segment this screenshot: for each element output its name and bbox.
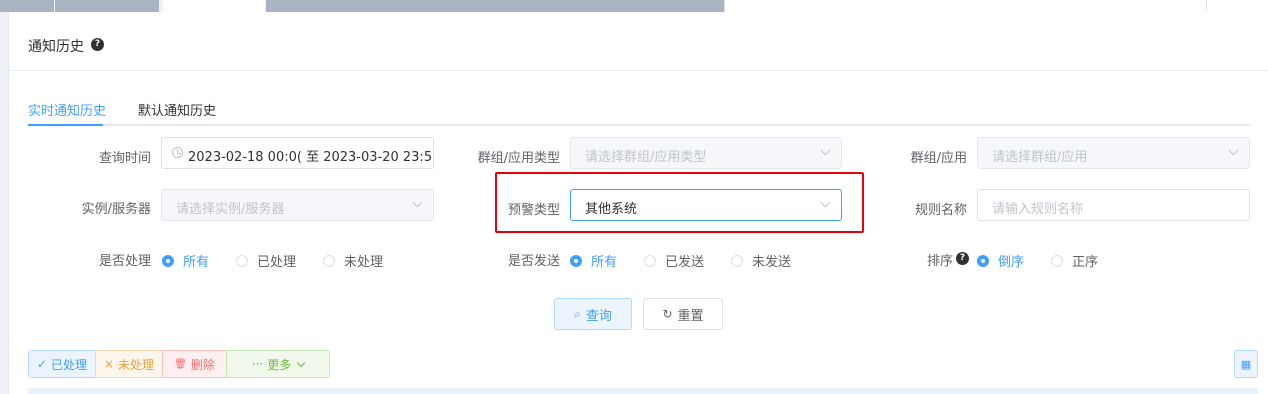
group-type-placeholder: 请选择群组/应用类型 [585,150,707,165]
rule-name-label: 规则名称 [914,203,967,218]
sort-radio-group: 倒序 正序 [977,251,1177,270]
instance-select[interactable]: 请选择实例/服务器 [161,189,434,221]
active-tab-indicator [28,124,103,126]
radio-label: 正序 [1072,255,1099,270]
group-label: 群组/应用 [910,151,967,166]
tab-default-history[interactable]: 默认通知历史 [138,100,216,119]
trash-icon: 🗑 [174,358,187,370]
mark-unprocessed-label: 未处理 [118,357,155,372]
instance-placeholder: 请选择实例/服务器 [176,202,285,217]
group-type-label: 群组/应用类型 [477,151,560,166]
radio-label: 未发送 [752,255,792,270]
radio-label: 已处理 [257,255,297,270]
card-header: 通知历史 ? [9,12,1268,71]
radio-processed-undone[interactable]: 未处理 [323,251,383,270]
sent-radio-group: 所有 已发送 未发送 [570,251,830,270]
radio-sent-all[interactable]: 所有 [570,251,617,270]
more-label: 更多 [267,357,292,372]
radio-label: 倒序 [998,255,1025,270]
card-title: 通知历史 [28,39,84,55]
radio-dot [977,254,989,267]
history-tabs: 实时通知历史 默认通知历史 [28,94,1250,126]
query-time-value: 2023-02-18 00:0( 至 2023-03-20 23:5⁠9 [188,150,433,165]
radio-dot [644,254,656,267]
help-icon[interactable]: ? [91,38,104,51]
chevron-down-icon [296,358,306,367]
chevron-down-icon [1228,145,1239,156]
radio-label: 未处理 [344,255,384,270]
column-settings-button[interactable]: ▦ [1234,350,1258,378]
top-tab-group[interactable] [266,0,724,12]
group-placeholder: 请选择群组/应用 [992,150,1088,165]
top-tab-bar [0,0,1268,12]
processed-radio-group: 所有 已处理 未处理 [162,251,422,270]
radio-label: 所有 [183,255,210,270]
reset-button-label: 重置 [677,308,704,324]
grid-icon: ▦ [1240,357,1252,371]
reset-button[interactable]: ↻ 重置 [643,298,723,330]
top-tab[interactable] [55,0,159,12]
clock-icon [172,147,183,158]
processed-label: 是否处理 [98,254,151,269]
radio-sent-not[interactable]: 未发送 [731,251,791,270]
radio-sent-done[interactable]: 已发送 [644,251,704,270]
more-dots-icon: ··· [251,357,264,371]
table-header [28,388,1258,394]
radio-processed-all[interactable]: 所有 [162,251,209,270]
refresh-icon: ↻ [662,307,673,321]
rule-name-input[interactable]: 请输入规则名称 [977,189,1250,221]
chevron-down-icon [412,197,423,208]
tab-realtime-history[interactable]: 实时通知历史 [28,100,106,119]
notification-history-card: 通知历史 ? 实时通知历史 默认通知历史 查询时间 2023-02-18 00:… [8,12,1268,394]
radio-dot [731,254,743,267]
delete-button[interactable]: 🗑 删除 [162,350,227,378]
radio-label: 已发送 [665,255,705,270]
close-icon: × [103,357,115,371]
sent-label: 是否发送 [507,254,560,269]
query-button-label: 查询 [585,308,612,324]
rule-name-placeholder: 请输入规则名称 [992,202,1084,217]
instance-label: 实例/服务器 [81,202,151,217]
check-icon: ✓ [36,357,48,371]
top-right-divider [1206,0,1207,12]
sort-help-icon[interactable]: ? [956,252,969,265]
radio-dot [162,254,174,267]
mark-unprocessed-button[interactable]: × 未处理 [95,350,163,378]
group-select[interactable]: 请选择群组/应用 [977,137,1250,169]
search-icon: ⌕ [574,306,581,321]
radio-dot [323,254,335,267]
radio-sort-asc[interactable]: 正序 [1051,251,1098,270]
mark-processed-button[interactable]: ✓ 已处理 [28,350,96,378]
radio-processed-done[interactable]: 已处理 [236,251,296,270]
more-dropdown-button[interactable]: ··· 更多 [226,350,330,378]
radio-dot [1051,254,1063,267]
query-time-range-picker[interactable]: 2023-02-18 00:0( 至 2023-03-20 23:5⁠9 [161,137,434,169]
radio-label: 所有 [591,255,618,270]
mark-processed-label: 已处理 [51,357,88,372]
query-button[interactable]: ⌕ 查询 [554,298,632,330]
top-tab-active[interactable] [163,0,265,12]
radio-sort-desc[interactable]: 倒序 [977,251,1024,270]
radio-dot [236,254,248,267]
delete-label: 删除 [190,357,215,372]
chevron-down-icon [820,145,831,156]
group-type-select[interactable]: 请选择群组/应用类型 [570,137,842,169]
radio-dot [570,254,582,267]
highlight-box [495,172,864,233]
top-tab[interactable] [0,0,54,12]
top-right-area [724,0,1268,12]
sort-label: 排序 [926,254,953,269]
query-time-label: 查询时间 [98,151,151,166]
